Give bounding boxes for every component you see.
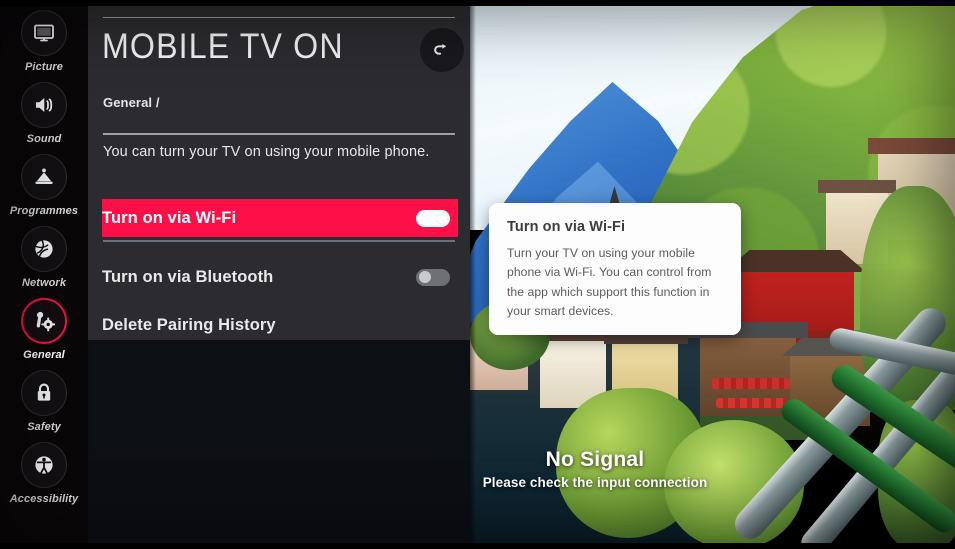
- sidebar-item-label: Safety: [27, 421, 61, 433]
- photo-house-roof: [818, 180, 896, 193]
- sidebar-item-accessibility[interactable]: Accessibility: [0, 442, 88, 514]
- no-signal-title: No Signal: [545, 448, 645, 471]
- toggle-knob: [418, 271, 431, 283]
- row-label: Turn on via Bluetooth: [102, 267, 274, 286]
- panel-edge-shadow: [470, 0, 476, 549]
- tooltip-body: Turn your TV on using your mobile phone …: [507, 246, 712, 318]
- screen-top-bezel: [0, 0, 955, 6]
- row-turn-on-via-bluetooth[interactable]: Turn on via Bluetooth: [102, 258, 458, 296]
- sidebar-item-picture[interactable]: Picture: [0, 10, 88, 82]
- wrench-gear-icon: [21, 298, 67, 344]
- sidebar-item-sound[interactable]: Sound: [0, 82, 88, 154]
- no-signal-subtitle: Please check the input connection: [482, 475, 708, 490]
- sidebar-item-safety[interactable]: Safety: [0, 370, 88, 442]
- sidebar-item-label: Accessibility: [9, 493, 79, 505]
- globe-icon: [21, 226, 67, 272]
- settings-panel: MOBILE TV ON General / You can turn your…: [88, 0, 470, 549]
- monitor-icon: [21, 10, 67, 56]
- row-divider: [103, 240, 455, 242]
- sidebar-item-label: Picture: [25, 61, 63, 73]
- sidebar-item-programmes[interactable]: Programmes: [0, 154, 88, 226]
- sidebar-item-general[interactable]: General: [0, 298, 88, 370]
- antenna-icon: [21, 154, 67, 200]
- page-description: You can turn your TV on using your mobil…: [103, 144, 430, 160]
- breadcrumb: General /: [103, 95, 160, 110]
- photo-flowers: [712, 378, 790, 389]
- sidebar-item-label: Sound: [26, 133, 62, 145]
- padlock-icon: [21, 370, 67, 416]
- panel-top-divider: [103, 17, 455, 18]
- photo-house-roof: [868, 138, 955, 154]
- speaker-icon: [21, 82, 67, 128]
- toggle-knob: [435, 212, 448, 224]
- row-label: Delete Pairing History: [102, 315, 276, 334]
- row-turn-on-via-wifi[interactable]: Turn on via Wi-Fi: [102, 199, 458, 237]
- tooltip-popup: Turn on via Wi-Fi Turn your TV on using …: [489, 203, 741, 335]
- accessibility-icon: [21, 442, 67, 488]
- sidebar-nav: Picture Sound Programmes Network General…: [0, 0, 88, 549]
- screen-bottom-bezel: [0, 543, 955, 549]
- tv-settings-screen: Turn on via Wi-Fi Turn your TV on using …: [0, 0, 955, 549]
- photo-flowers: [716, 398, 788, 408]
- row-label: Turn on via Wi-Fi: [102, 208, 237, 227]
- settings-panel-bottom: [88, 340, 470, 549]
- toggle-turn-on-via-bluetooth[interactable]: [416, 268, 450, 286]
- sidebar-item-label: Programmes: [9, 205, 79, 217]
- sidebar-item-network[interactable]: Network: [0, 226, 88, 298]
- no-signal-overlay: No Signal Please check the input connect…: [430, 448, 760, 506]
- sidebar-item-label: Network: [21, 277, 67, 289]
- tooltip-title: Turn on via Wi-Fi: [507, 219, 626, 235]
- back-button[interactable]: [420, 28, 464, 72]
- page-title: MOBILE TV ON: [102, 27, 344, 66]
- panel-mid-divider: [103, 133, 455, 135]
- sidebar-item-label: General: [23, 349, 65, 361]
- back-arrow-icon: [434, 43, 446, 55]
- row-delete-pairing-history[interactable]: Delete Pairing History: [102, 306, 458, 344]
- toggle-turn-on-via-wifi[interactable]: [416, 209, 450, 227]
